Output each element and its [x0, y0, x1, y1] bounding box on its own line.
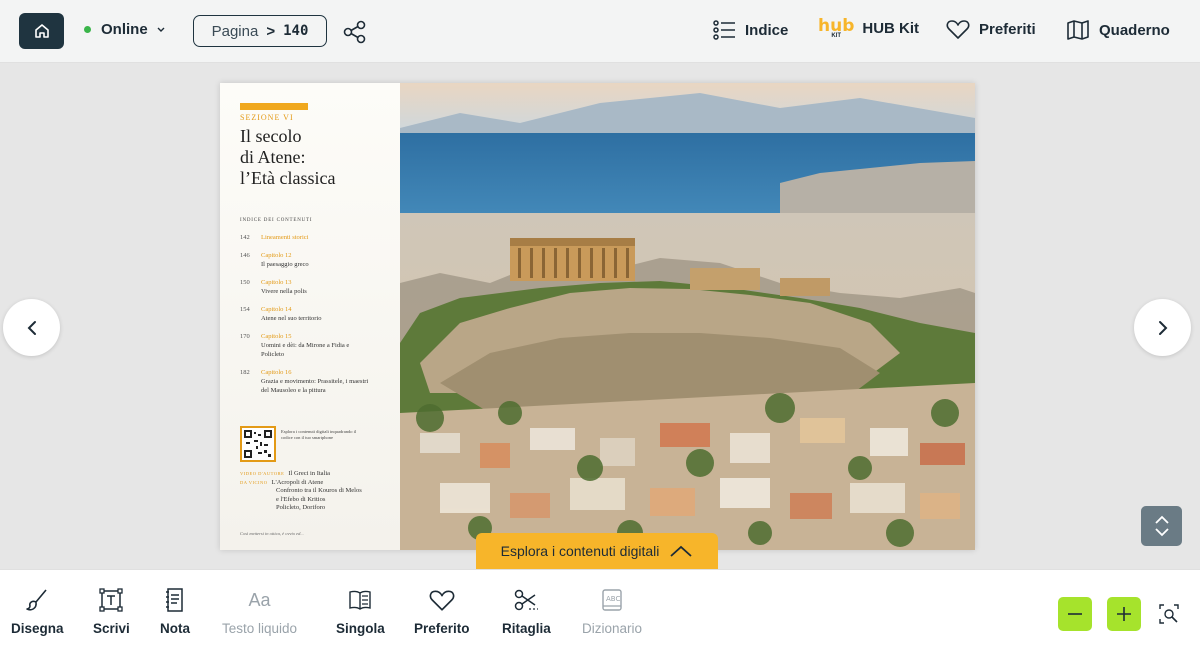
- list-icon: [713, 20, 735, 40]
- status-label: Online: [101, 21, 148, 38]
- minus-icon: [1068, 613, 1082, 615]
- text-box-icon: [99, 588, 124, 612]
- zoom-selection-icon: [1159, 604, 1179, 624]
- zoom-area-button[interactable]: [1156, 601, 1182, 627]
- foot-note: Così mettersi in ottica, è ovvio ed...: [240, 531, 304, 536]
- index-heading: INDICE DEI CONTENUTI: [240, 218, 313, 223]
- favorite-tool-button[interactable]: Preferito: [414, 586, 470, 636]
- closeup-link[interactable]: Policleto, Doriforo: [240, 504, 362, 513]
- crop-tool-button[interactable]: Ritaglia: [502, 586, 551, 636]
- notebook-button[interactable]: Quaderno: [1066, 18, 1170, 42]
- write-tool-button[interactable]: Scrivi: [93, 586, 130, 636]
- explore-digital-content-button[interactable]: Esplora i contenuti digitali: [476, 533, 718, 569]
- index-row[interactable]: 142 Lineamenti storici: [240, 233, 380, 242]
- favorites-button[interactable]: Preferiti: [946, 18, 1036, 40]
- index-row[interactable]: 146 Capitolo 12 Il paesaggio greco: [240, 251, 380, 269]
- chevron-down-icon: [157, 27, 165, 33]
- share-button[interactable]: [341, 18, 369, 46]
- online-dot-icon: [84, 26, 91, 33]
- online-status-dropdown[interactable]: Online: [84, 21, 165, 38]
- explore-label: Esplora i contenuti digitali: [500, 543, 660, 559]
- plus-icon: [1117, 607, 1131, 621]
- note-icon: [166, 588, 183, 612]
- draw-tool-button[interactable]: Disegna: [11, 586, 64, 636]
- open-book-icon: [349, 590, 372, 610]
- index-list: 142 Lineamenti storici 146 Capitolo 12 Il…: [240, 233, 380, 395]
- liquid-text-tool-button[interactable]: Aa Testo liquido: [222, 586, 297, 637]
- home-icon: [34, 24, 49, 38]
- favorites-label: Preferiti: [979, 20, 1036, 38]
- page-label: Pagina: [211, 22, 259, 40]
- acropolis-photo: [400, 83, 975, 550]
- dictionary-icon: ABC: [602, 589, 622, 611]
- notebook-label: Quaderno: [1099, 21, 1170, 39]
- chevron-up-icon: [670, 545, 692, 557]
- hubkit-label: HUB Kit: [862, 20, 920, 37]
- svg-text:ABC: ABC: [606, 595, 620, 603]
- digital-links: VIDEO D'AUTORE Il Greci in Italia DA VICI…: [240, 470, 362, 513]
- zoom-out-button[interactable]: [1058, 597, 1092, 631]
- chevron-right-icon: [1158, 320, 1167, 335]
- heart-icon: [429, 590, 455, 611]
- index-row[interactable]: 154 Capitolo 14 Atene nel suo territorio: [240, 305, 380, 323]
- hubkit-button[interactable]: hub KIT HUB Kit: [818, 16, 920, 40]
- page-navigator[interactable]: Pagina > 140: [193, 15, 327, 47]
- index-row[interactable]: 150 Capitolo 13 Vivere nella polis: [240, 278, 380, 296]
- page-separator: >: [266, 22, 276, 40]
- closeup-link[interactable]: DA VICINO L'Acropoli di Atene: [240, 479, 362, 488]
- single-page-tool-button[interactable]: Singola: [336, 586, 385, 636]
- index-row[interactable]: 170 Capitolo 15 Uomini e dèi: da Mirone a…: [240, 332, 380, 359]
- map-book-icon: [1067, 20, 1089, 40]
- qr-block: Esplora i contenuti digitali inquadrando…: [240, 426, 363, 462]
- video-link[interactable]: VIDEO D'AUTORE Il Greci in Italia: [240, 470, 362, 479]
- expand-vertical-icon: [1154, 515, 1169, 537]
- scroll-toggle-button[interactable]: [1141, 506, 1182, 546]
- chevron-left-icon: [27, 320, 36, 335]
- closeup-link[interactable]: Confronto tra il Kouros di Melos: [240, 487, 362, 496]
- section-bar: [240, 103, 308, 110]
- page-number: 140: [283, 23, 309, 39]
- next-page-button[interactable]: [1134, 299, 1191, 356]
- text-size-icon: Aa: [248, 589, 271, 610]
- qr-code-icon: [240, 426, 276, 462]
- scissors-icon: [515, 589, 539, 611]
- book-spread: SEZIONE VI Il secolo di Atene: l’Età cla…: [220, 83, 975, 550]
- qr-caption: Esplora i contenuti digitali inquadrando…: [281, 429, 357, 440]
- index-button[interactable]: Indice: [712, 18, 788, 42]
- heart-icon: [946, 20, 970, 39]
- top-bar: Online Pagina > 140 Indice hub KIT HUB K…: [0, 0, 1200, 63]
- bottom-toolbar: Disegna Scrivi Nota Aa Testo liquido Sin…: [0, 569, 1200, 647]
- share-icon: [343, 20, 366, 44]
- home-button[interactable]: [19, 13, 64, 49]
- section-label: SEZIONE VI: [240, 113, 294, 122]
- index-row[interactable]: 182 Capitolo 16 Grazia e movimento: Prass…: [240, 368, 380, 395]
- left-page: SEZIONE VI Il secolo di Atene: l’Età cla…: [220, 83, 400, 550]
- note-tool-button[interactable]: Nota: [160, 586, 190, 636]
- brush-icon: [26, 589, 47, 611]
- section-title: Il secolo di Atene: l’Età classica: [240, 126, 336, 188]
- hubkit-logo: hub KIT: [818, 16, 855, 40]
- closeup-link[interactable]: e l'Efebo di Kritios: [240, 496, 362, 505]
- previous-page-button[interactable]: [3, 299, 60, 356]
- index-label: Indice: [745, 21, 789, 39]
- dictionary-tool-button[interactable]: ABC Dizionario: [582, 586, 642, 636]
- zoom-in-button[interactable]: [1107, 597, 1141, 631]
